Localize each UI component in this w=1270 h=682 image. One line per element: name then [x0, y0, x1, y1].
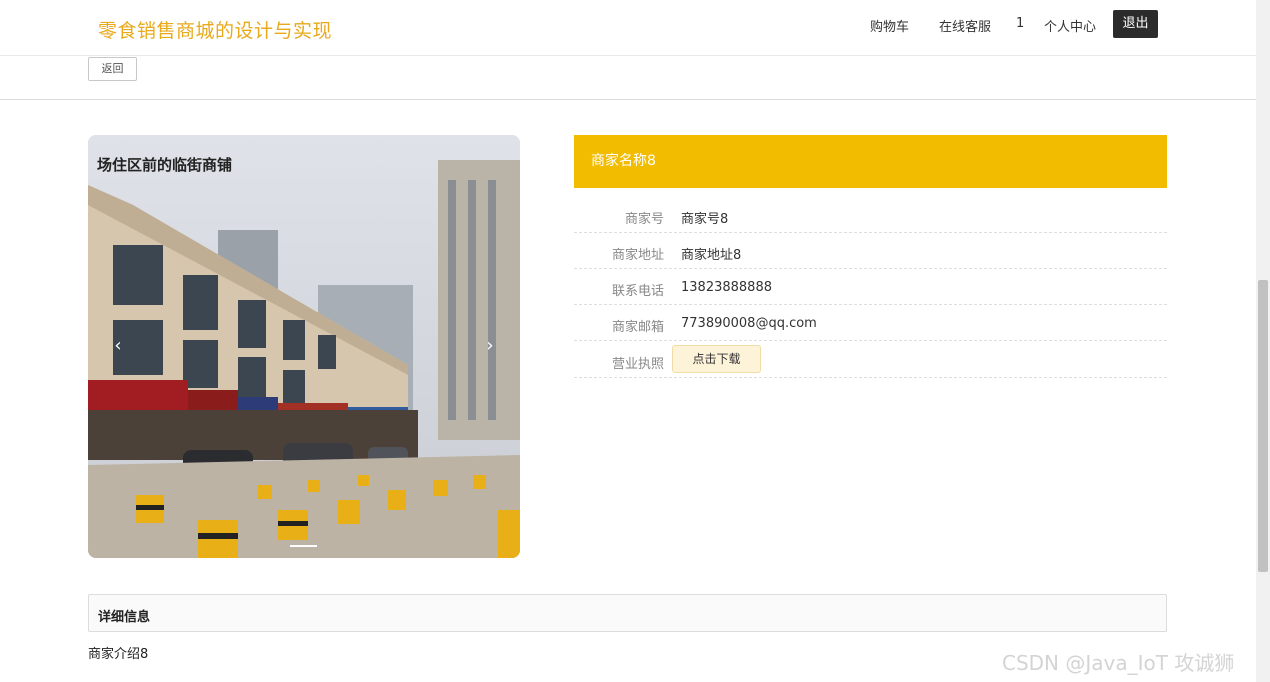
merchant-field-row: 商家地址 商家地址8 — [574, 233, 1167, 269]
merchant-name: 商家名称8 — [574, 135, 1167, 188]
carousel-caption: 场住区前的临街商铺 — [97, 156, 233, 174]
merchant-field-row: 商家邮箱 773890008@qq.com — [574, 305, 1167, 341]
merchant-field-row: 商家号 商家号8 — [574, 197, 1167, 233]
merchant-field-row: 联系电话 13823888888 — [574, 269, 1167, 305]
field-value: 商家地址8 — [681, 248, 742, 263]
field-label: 联系电话 — [611, 284, 664, 299]
carousel-prev-icon[interactable]: ‹ — [108, 335, 128, 357]
detail-title: 详细信息 — [98, 610, 151, 625]
merchant-field-row: 营业执照 点击下载 — [574, 341, 1167, 378]
action-bar: 返回 — [0, 56, 1256, 100]
download-license-button[interactable]: 点击下载 — [672, 345, 761, 373]
detail-header: 详细信息 — [88, 594, 1167, 632]
carousel-next-icon[interactable]: › — [480, 335, 500, 357]
field-label: 营业执照 — [611, 357, 664, 372]
nav-username[interactable]: 1 — [1016, 16, 1024, 31]
top-navbar: 零食销售商城的设计与实现 购物车 在线客服 1 个人中心 退出 — [0, 0, 1256, 56]
image-carousel[interactable]: 场住区前的临街商铺 ‹ › — [88, 135, 520, 558]
field-label: 商家号 — [624, 212, 664, 227]
field-value: 773890008@qq.com — [681, 316, 817, 331]
watermark-text: CSDN @Java_IoT 攻诚狮 — [1002, 651, 1235, 675]
scrollbar-thumb[interactable] — [1258, 280, 1268, 572]
nav-profile-link[interactable]: 个人中心 — [1044, 16, 1096, 35]
page-scrollbar[interactable] — [1256, 0, 1270, 682]
site-title[interactable]: 零食销售商城的设计与实现 — [98, 16, 332, 43]
nav-cart-link[interactable]: 购物车 — [870, 16, 909, 35]
logout-button[interactable]: 退出 — [1113, 10, 1158, 38]
field-value: 商家号8 — [681, 212, 729, 227]
back-button[interactable]: 返回 — [88, 57, 137, 81]
field-value: 13823888888 — [681, 280, 772, 295]
nav-service-link[interactable]: 在线客服 — [939, 16, 991, 35]
field-label: 商家地址 — [611, 248, 664, 263]
merchant-description: 商家介绍8 — [88, 647, 149, 662]
field-label: 商家邮箱 — [611, 320, 664, 335]
storefront-photo — [88, 135, 520, 558]
carousel-indicator[interactable] — [290, 545, 317, 547]
